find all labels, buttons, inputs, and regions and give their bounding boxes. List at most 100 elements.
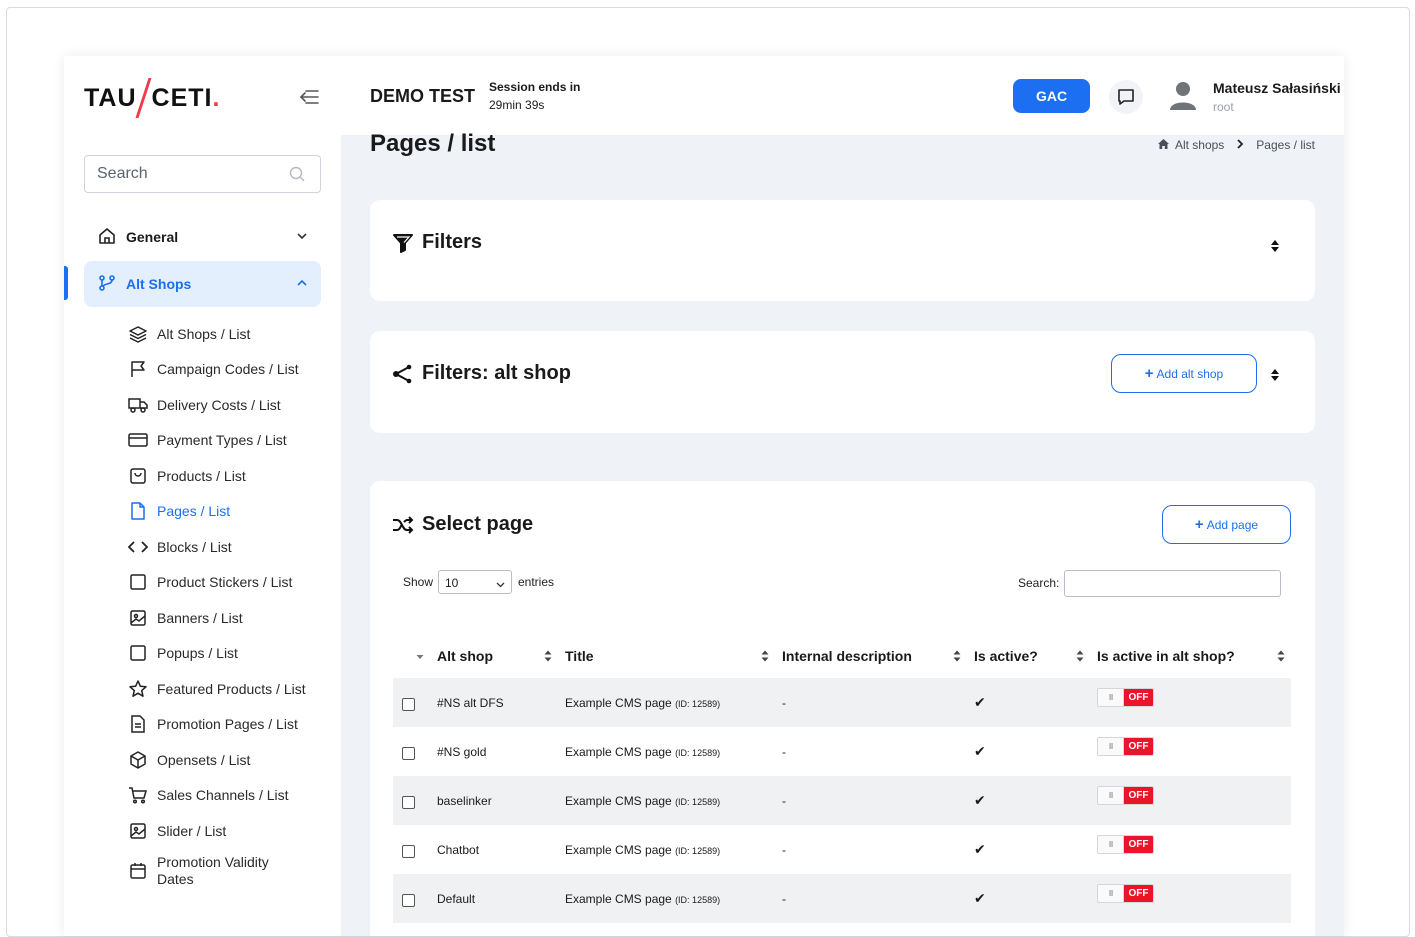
search-icon <box>289 166 305 182</box>
truck-icon <box>128 395 148 415</box>
row-checkbox[interactable] <box>402 747 415 760</box>
cart-icon <box>128 785 148 805</box>
chat-icon[interactable] <box>1109 80 1143 114</box>
check-icon: ✔ <box>974 792 986 808</box>
filters-card: Filters <box>370 200 1315 301</box>
sidebar-item-label: Product Stickers / List <box>157 574 293 591</box>
alt-shops-submenu: Alt Shops / List Campaign Codes / List D… <box>128 316 328 893</box>
sidebar-item-campaign-codes[interactable]: Campaign Codes / List <box>128 352 328 388</box>
logo-right: CETI <box>151 83 213 112</box>
file-text-icon <box>128 714 148 734</box>
cell-id: (ID: 12589) <box>675 699 721 709</box>
sidebar-item-promotion-validity-dates[interactable]: Promotion Validity Dates <box>128 849 328 893</box>
page-size-select[interactable]: 10 <box>438 570 512 594</box>
table-row[interactable]: Chatbot Example CMS page (ID: 12589) - ✔… <box>393 825 1291 874</box>
sort-icon[interactable] <box>953 649 961 662</box>
table-search-input[interactable] <box>1064 570 1281 597</box>
cell-title: Example CMS page <box>565 794 672 808</box>
avatar[interactable] <box>1166 78 1200 112</box>
session-label: Session ends in <box>489 80 581 94</box>
chevron-up-icon <box>295 276 309 293</box>
sidebar-item-label: Campaign Codes / List <box>157 361 299 378</box>
expand-toggle-icon[interactable] <box>1268 237 1282 255</box>
logo-slash <box>135 78 152 118</box>
row-checkbox[interactable] <box>402 796 415 809</box>
app: TAU CETI . General Alt Shops <box>64 56 1344 936</box>
credit-card-icon <box>128 430 148 450</box>
sidebar-item-sales-channels[interactable]: Sales Channels / List <box>128 778 328 814</box>
add-page-label: Add page <box>1206 517 1259 532</box>
sidebar-item-pages[interactable]: Pages / List <box>128 494 328 530</box>
sidebar-item-label: Slider / List <box>157 822 227 839</box>
sidebar-item-banners[interactable]: Banners / List <box>128 600 328 636</box>
sort-icon[interactable] <box>761 649 769 662</box>
square-icon <box>128 643 148 663</box>
gac-button[interactable]: GAC <box>1013 79 1090 113</box>
row-checkbox[interactable] <box>402 894 415 907</box>
column-header-alt-shop[interactable]: Alt shop <box>437 648 493 664</box>
alt-shop-active-toggle[interactable]: III OFF <box>1097 884 1154 903</box>
sidebar-item-blocks[interactable]: Blocks / List <box>128 529 328 565</box>
sort-desc-icon[interactable] <box>416 650 424 662</box>
home-icon <box>98 227 116 248</box>
alt-shop-filter-card: Filters: alt shop + Add alt shop <box>370 331 1315 433</box>
add-alt-shop-label: Add alt shop <box>1156 366 1224 381</box>
breadcrumb-home[interactable]: Alt shops <box>1175 138 1224 152</box>
alt-shop-card-title[interactable]: Filters: alt shop <box>392 362 571 385</box>
cell-alt-shop: #NS alt DFS <box>437 696 504 710</box>
sort-icon[interactable] <box>544 649 552 662</box>
nav-alt-shops[interactable]: Alt Shops <box>84 261 321 307</box>
sidebar-item-promotion-pages[interactable]: Promotion Pages / List <box>128 707 328 743</box>
sidebar-item-delivery-costs[interactable]: Delivery Costs / List <box>128 387 328 423</box>
collapse-sidebar-icon[interactable] <box>296 86 322 108</box>
sidebar-item-opensets[interactable]: Opensets / List <box>128 742 328 778</box>
sidebar-item-alt-shops-list[interactable]: Alt Shops / List <box>128 316 328 352</box>
code-icon <box>128 537 148 557</box>
calendar-icon <box>128 861 148 881</box>
home-icon <box>1157 138 1169 152</box>
cell-alt-shop: Chatbot <box>437 843 480 857</box>
column-header-is-active-in-alt-shop[interactable]: Is active in alt shop? <box>1097 648 1235 664</box>
cell-alt-shop: #NS gold <box>437 745 487 759</box>
user-role: root <box>1213 100 1234 114</box>
page-size-value: 10 <box>445 576 459 590</box>
select-page-card: Select page + Add page Show 10 entries Se… <box>370 481 1315 936</box>
shopping-bag-icon <box>128 466 148 486</box>
flag-icon <box>128 359 148 379</box>
nav-general[interactable]: General <box>84 216 321 258</box>
column-header-title[interactable]: Title <box>565 648 594 664</box>
column-header-internal-description[interactable]: Internal description <box>782 648 912 664</box>
box-icon <box>128 750 148 770</box>
table-row[interactable]: #NS alt DFS Example CMS page (ID: 12589)… <box>393 678 1291 727</box>
alt-shop-active-toggle[interactable]: III OFF <box>1097 737 1154 756</box>
sidebar: TAU CETI . General Alt Shops <box>64 56 341 936</box>
table-row[interactable]: Default Example CMS page (ID: 12589) - ✔… <box>393 874 1291 923</box>
toggle-state: OFF <box>1124 885 1153 902</box>
add-page-button[interactable]: + Add page <box>1162 505 1291 544</box>
sidebar-item-popups[interactable]: Popups / List <box>128 636 328 672</box>
row-checkbox[interactable] <box>402 698 415 711</box>
sidebar-item-products[interactable]: Products / List <box>128 458 328 494</box>
column-header-is-active[interactable]: Is active? <box>974 648 1038 664</box>
alt-shop-active-toggle[interactable]: III OFF <box>1097 835 1154 854</box>
row-checkbox[interactable] <box>402 845 415 858</box>
sidebar-item-label: Delivery Costs / List <box>157 396 281 413</box>
sidebar-item-slider[interactable]: Slider / List <box>128 813 328 849</box>
add-alt-shop-button[interactable]: + Add alt shop <box>1111 354 1257 393</box>
sort-icon[interactable] <box>1076 649 1084 662</box>
alt-shop-active-toggle[interactable]: III OFF <box>1097 688 1154 707</box>
filters-card-title[interactable]: Filters <box>392 231 482 254</box>
filters-title-label: Filters <box>422 231 483 253</box>
breadcrumb: Alt shops Pages / list <box>1157 138 1315 152</box>
sidebar-item-payment-types[interactable]: Payment Types / List <box>128 423 328 459</box>
user-name[interactable]: Mateusz Sałasiński <box>1213 80 1341 96</box>
sidebar-search-input[interactable] <box>84 155 321 193</box>
table-row[interactable]: #NS gold Example CMS page (ID: 12589) - … <box>393 727 1291 776</box>
table-row[interactable]: baselinker Example CMS page (ID: 12589) … <box>393 776 1291 825</box>
table-header: Alt shop Title Internal description Is a… <box>393 640 1291 678</box>
expand-toggle-icon[interactable] <box>1268 366 1282 384</box>
sidebar-item-featured-products[interactable]: Featured Products / List <box>128 671 328 707</box>
alt-shop-active-toggle[interactable]: III OFF <box>1097 786 1154 805</box>
sort-icon[interactable] <box>1277 649 1285 662</box>
sidebar-item-product-stickers[interactable]: Product Stickers / List <box>128 565 328 601</box>
